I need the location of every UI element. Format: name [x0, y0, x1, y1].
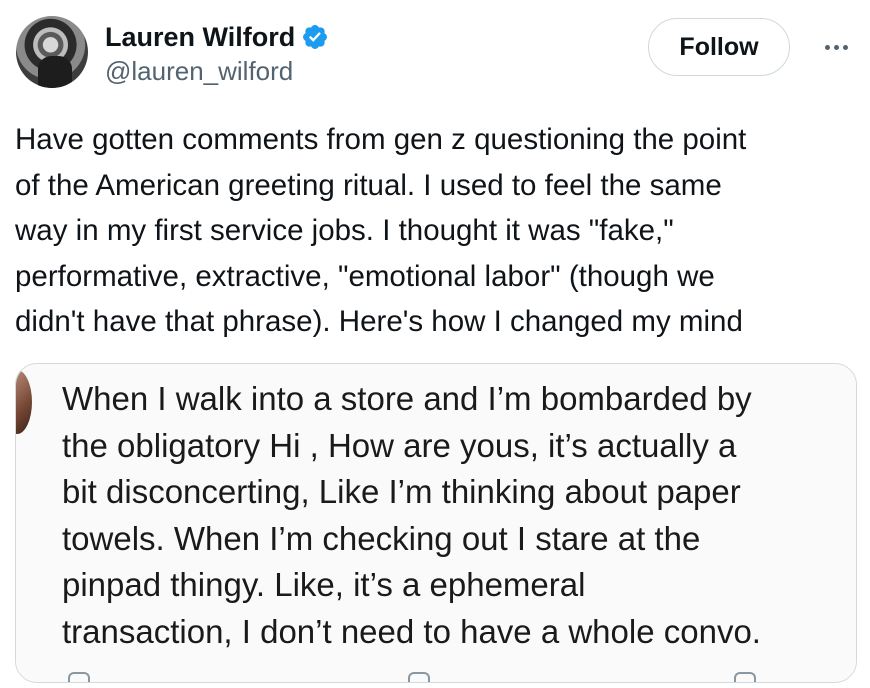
tweet-header: Lauren Wilford @lauren_wilford Follow: [16, 14, 856, 94]
attached-screenshot-image[interactable]: When I walk into a store and I’m bombard…: [16, 364, 856, 682]
author-display-name[interactable]: Lauren Wilford: [105, 20, 295, 54]
share-icon: [734, 672, 756, 682]
follow-button[interactable]: Follow: [648, 18, 790, 76]
author-handle[interactable]: @lauren_wilford: [105, 55, 293, 87]
author-name-row: Lauren Wilford: [105, 20, 329, 54]
attached-image-card[interactable]: When I walk into a store and I’m bombard…: [15, 363, 857, 683]
cropped-avatar-image: [16, 370, 32, 434]
cropped-action-icons: [16, 668, 856, 682]
more-dot: [842, 44, 848, 50]
more-dot: [824, 44, 830, 50]
screenshot-text: When I walk into a store and I’m bombard…: [62, 380, 761, 650]
verified-badge-icon: [303, 25, 328, 49]
reply-icon: [68, 672, 90, 682]
like-icon: [408, 672, 430, 682]
author-avatar[interactable]: [16, 16, 88, 88]
tweet-body-text: Have gotten comments from gen z question…: [15, 123, 747, 338]
more-dot: [833, 44, 839, 50]
more-options-icon[interactable]: [816, 32, 856, 62]
